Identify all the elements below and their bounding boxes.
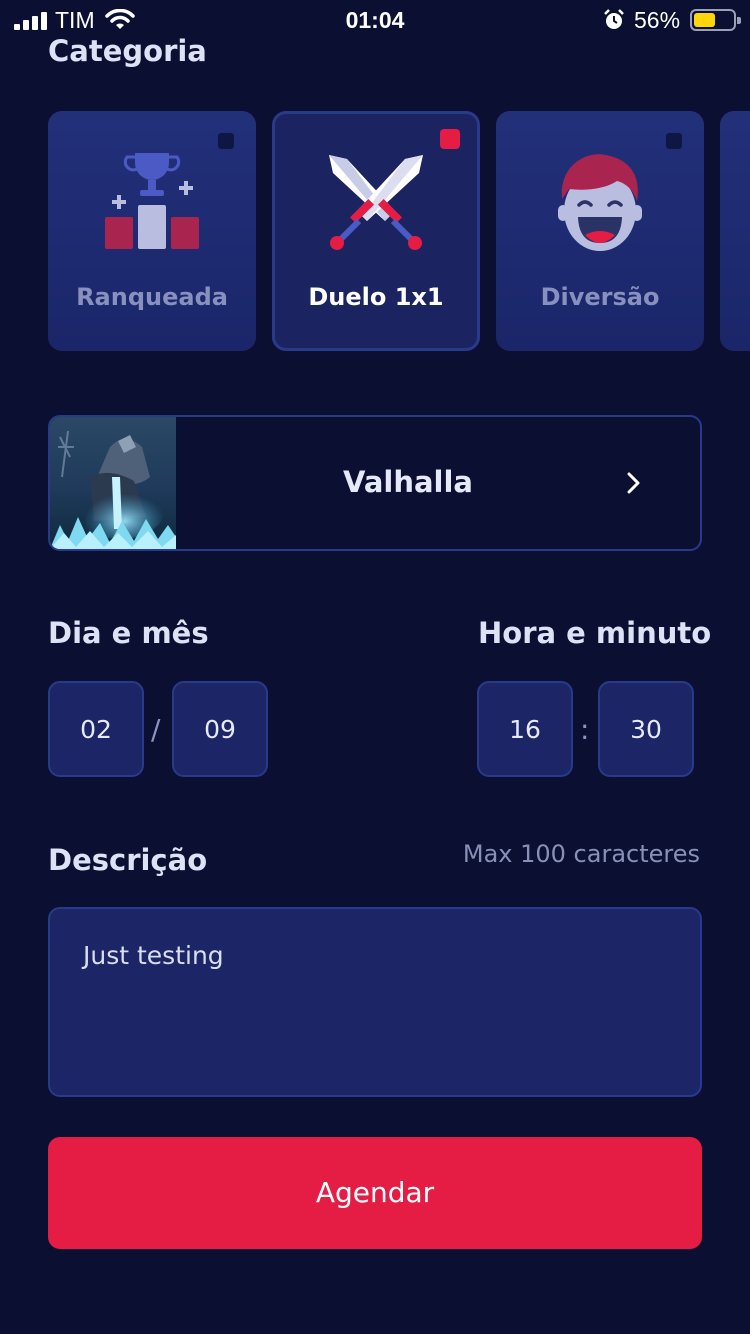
crossed-swords-icon bbox=[329, 155, 423, 250]
trophy-podium-icon bbox=[105, 153, 199, 249]
description-textarea[interactable]: Just testing bbox=[48, 907, 702, 1097]
category-heading: Categoria bbox=[48, 34, 207, 68]
battery-icon bbox=[690, 9, 741, 31]
description-label: Descrição bbox=[48, 843, 208, 877]
category-label: Ranqueada bbox=[76, 283, 228, 311]
category-card-partial[interactable] bbox=[720, 111, 750, 351]
day-input[interactable]: 02 bbox=[48, 681, 144, 777]
time-label: Hora e minuto bbox=[478, 616, 712, 650]
alarm-icon bbox=[604, 9, 624, 29]
description-limit: Max 100 caracteres bbox=[462, 840, 700, 868]
category-checkbox[interactable] bbox=[666, 133, 682, 149]
category-card-duelo[interactable]: Duelo 1x1 bbox=[272, 111, 480, 351]
category-checkbox[interactable] bbox=[440, 129, 460, 149]
date-label: Dia e mês bbox=[48, 616, 209, 650]
category-carousel[interactable]: Ranqueada Duelo 1x1 Diversão bbox=[48, 111, 750, 351]
agendar-button[interactable]: Agendar bbox=[48, 1137, 702, 1249]
battery-percent: 56% bbox=[634, 7, 681, 33]
category-card-ranqueada[interactable]: Ranqueada bbox=[48, 111, 256, 351]
category-label: Duelo 1x1 bbox=[308, 283, 444, 311]
guild-name: Valhalla bbox=[342, 465, 474, 499]
laughing-face-icon bbox=[558, 154, 642, 251]
category-card-diversao[interactable]: Diversão bbox=[496, 111, 704, 351]
date-separator: / bbox=[151, 713, 161, 746]
guild-avatar bbox=[50, 417, 176, 549]
guild-select[interactable]: Valhalla bbox=[48, 415, 702, 551]
category-checkbox[interactable] bbox=[218, 133, 234, 149]
category-label: Diversão bbox=[540, 283, 660, 311]
hour-input[interactable]: 16 bbox=[477, 681, 573, 777]
time-separator: : bbox=[580, 713, 590, 746]
chevron-right-icon bbox=[627, 472, 640, 494]
minute-input[interactable]: 30 bbox=[598, 681, 694, 777]
month-input[interactable]: 09 bbox=[172, 681, 268, 777]
